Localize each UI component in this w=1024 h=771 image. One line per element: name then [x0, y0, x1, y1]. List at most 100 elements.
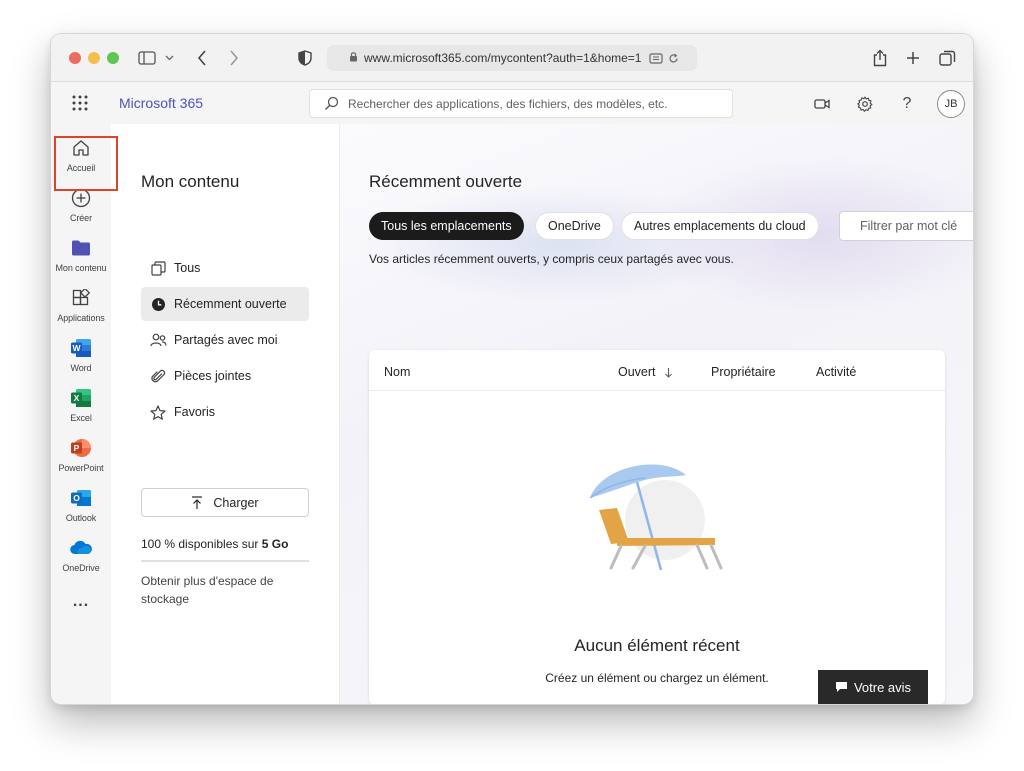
column-label: Nom [384, 365, 411, 379]
forward-button[interactable] [223, 47, 245, 69]
help-icon[interactable]: ? [896, 93, 918, 115]
nav-item-partages[interactable]: Partagés avec moi [141, 323, 309, 357]
word-icon: W [69, 336, 93, 360]
rail-item-excel[interactable]: X Excel [51, 382, 111, 432]
column-header-activite[interactable]: Activité [816, 365, 856, 379]
nav-label: Favoris [174, 405, 215, 419]
filter-tous-les-emplacements[interactable]: Tous les emplacements [369, 212, 524, 240]
rail-label: Créer [69, 213, 92, 223]
page-title: Récemment ouverte [369, 172, 523, 191]
sidebar-toggle-icon[interactable] [136, 47, 158, 69]
upload-button[interactable]: Charger [141, 488, 309, 517]
nav-title: Mon contenu [141, 172, 240, 191]
content-nav: Mon contenu Tous Récemment ouverte Parta… [111, 124, 340, 704]
back-button[interactable] [191, 47, 213, 69]
more-apps-button[interactable]: ... [51, 590, 111, 640]
storage-progress-bar [141, 560, 309, 562]
upload-label: Charger [213, 495, 259, 510]
share-icon[interactable] [869, 47, 891, 69]
onedrive-icon [69, 536, 93, 560]
lock-icon [349, 51, 358, 65]
app-launcher-icon[interactable] [71, 94, 89, 112]
minimize-window-button[interactable] [88, 52, 100, 64]
column-header-nom[interactable]: Nom [384, 365, 410, 379]
upload-icon [191, 495, 203, 510]
rail-item-mon-contenu[interactable]: Mon contenu [51, 232, 111, 282]
avatar[interactable]: JB [937, 90, 965, 118]
address-bar[interactable]: www.microsoft365.com/mycontent?auth=1&ho… [327, 45, 697, 71]
rail-item-accueil[interactable]: Accueil [51, 132, 111, 182]
paperclip-icon [149, 367, 167, 385]
reload-icon[interactable] [668, 53, 679, 64]
rail-label: Excel [70, 413, 92, 423]
column-label: Ouvert [618, 365, 656, 379]
nav-item-favoris[interactable]: Favoris [141, 395, 309, 429]
settings-gear-icon[interactable] [854, 93, 876, 115]
filter-onedrive[interactable]: OneDrive [535, 212, 614, 240]
more-storage-link[interactable]: Obtenir plus d'espace de stockage [141, 572, 301, 608]
rail-label: Outlook [65, 513, 97, 523]
page-subtitle: Vos articles récemment ouverts, y compri… [369, 252, 734, 266]
rail-item-outlook[interactable]: O Outlook [51, 482, 111, 532]
column-label: Propriétaire [711, 365, 776, 379]
svg-text:W: W [72, 343, 81, 353]
chevron-down-icon[interactable] [162, 47, 176, 69]
url-text: www.microsoft365.com/mycontent?auth=1&ho… [364, 51, 642, 65]
main-content: Récemment ouverte Tous les emplacements … [340, 124, 973, 704]
powerpoint-icon: P [69, 436, 93, 460]
feedback-label: Votre avis [853, 679, 912, 695]
chat-icon [835, 681, 848, 693]
nav-item-pieces-jointes[interactable]: Pièces jointes [141, 359, 309, 393]
rail-item-word[interactable]: W Word [51, 332, 111, 382]
beach-chair-illustration [587, 460, 727, 590]
brand-link[interactable]: Microsoft 365 [119, 95, 203, 111]
column-header-proprietaire[interactable]: Propriétaire [711, 365, 776, 379]
rail-label: Word [70, 363, 92, 373]
nav-item-tous[interactable]: Tous [141, 251, 309, 285]
rail-label: Applications [57, 313, 105, 323]
close-window-button[interactable] [69, 52, 81, 64]
rail-label: OneDrive [62, 563, 100, 573]
rail-item-applications[interactable]: Applications [51, 282, 111, 332]
privacy-shield-icon[interactable] [294, 47, 316, 69]
rail-item-powerpoint[interactable]: P PowerPoint [51, 432, 111, 482]
rail-item-onedrive[interactable]: OneDrive [51, 532, 111, 582]
rail-item-creer[interactable]: Créer [51, 182, 111, 232]
search-icon [324, 96, 339, 111]
search-input[interactable]: Rechercher des applications, des fichier… [309, 89, 733, 118]
apps-icon [69, 286, 93, 310]
new-tab-icon[interactable] [902, 47, 924, 69]
reader-mode-icon[interactable] [649, 52, 664, 64]
feedback-button[interactable]: Votre avis [818, 670, 928, 704]
table-divider [369, 390, 945, 391]
column-label: Activité [816, 365, 857, 379]
folder-icon [69, 236, 93, 260]
nav-label: Récemment ouverte [174, 297, 287, 311]
browser-window: www.microsoft365.com/mycontent?auth=1&ho… [51, 34, 973, 704]
rail-label: Mon contenu [55, 263, 107, 273]
svg-text:X: X [74, 393, 80, 403]
excel-icon: X [69, 386, 93, 410]
rail-label: Accueil [66, 163, 96, 173]
maximize-window-button[interactable] [107, 52, 119, 64]
column-header-ouvert[interactable]: Ouvert [618, 365, 673, 379]
tab-overview-icon[interactable] [936, 47, 958, 69]
all-files-icon [149, 259, 167, 277]
more-apps-label: ... [72, 593, 90, 610]
empty-state-title: Aucun élément récent [574, 636, 740, 655]
m365-header: Microsoft 365 Rechercher des application… [51, 82, 973, 124]
filter-autres-emplacements[interactable]: Autres emplacements du cloud [621, 212, 819, 240]
keyword-filter-input[interactable]: Filtrer par mot clé [839, 211, 973, 241]
nav-label: Tous [174, 261, 201, 275]
meet-now-icon[interactable] [811, 93, 833, 115]
star-icon [149, 403, 167, 421]
storage-total: 5 Go [261, 537, 289, 551]
storage-status: 100 % disponibles sur 5 Go [141, 537, 288, 551]
people-icon [149, 331, 167, 349]
plus-circle-icon [69, 186, 93, 210]
app-rail: Accueil Créer Mon contenu Applications W… [51, 124, 111, 704]
storage-prefix: 100 % disponibles sur [141, 537, 262, 551]
svg-text:P: P [74, 443, 80, 453]
svg-text:O: O [73, 493, 80, 503]
nav-item-recemment-ouverte[interactable]: Récemment ouverte [141, 287, 309, 321]
